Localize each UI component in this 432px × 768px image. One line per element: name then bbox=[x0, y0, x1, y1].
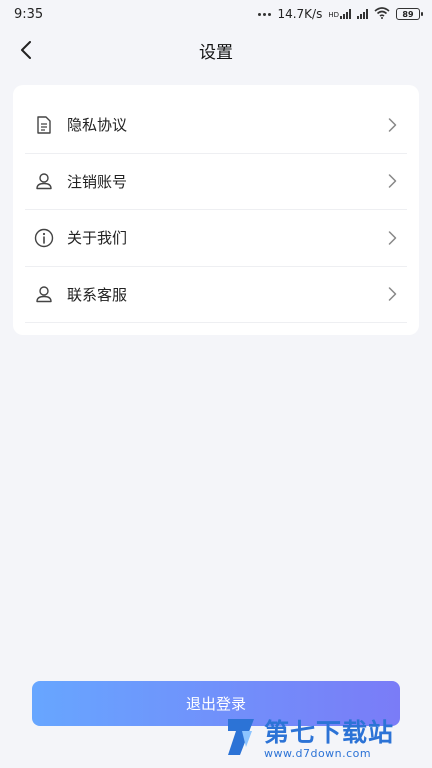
header: 设置 bbox=[0, 28, 432, 72]
hd-signal-icon: HD bbox=[328, 9, 351, 19]
document-icon bbox=[33, 114, 55, 136]
watermark: 第七下载站 www.d7down.com bbox=[224, 712, 424, 766]
menu-item-customer-service[interactable]: 联系客服 bbox=[25, 267, 407, 323]
chevron-left-icon bbox=[21, 41, 31, 59]
status-bar: 9:35 14.7K/s HD 89 bbox=[0, 0, 432, 28]
settings-menu-card: 隐私协议 注销账号 关于我们 联系客服 bbox=[13, 85, 419, 335]
menu-item-label: 注销账号 bbox=[67, 172, 128, 191]
chevron-right-icon bbox=[385, 287, 399, 301]
page-title: 设置 bbox=[199, 42, 233, 63]
wifi-icon bbox=[374, 6, 390, 22]
status-icons: 14.7K/s HD 89 bbox=[258, 6, 423, 22]
menu-item-delete-account[interactable]: 注销账号 bbox=[25, 154, 407, 210]
back-button[interactable] bbox=[10, 34, 42, 66]
user-icon bbox=[33, 283, 55, 305]
watermark-url: www.d7down.com bbox=[264, 746, 372, 760]
menu-item-privacy-policy[interactable]: 隐私协议 bbox=[25, 97, 407, 154]
user-icon bbox=[33, 170, 55, 192]
chevron-right-icon bbox=[385, 174, 399, 188]
menu-item-about-us[interactable]: 关于我们 bbox=[25, 210, 407, 267]
status-time: 9:35 bbox=[14, 6, 44, 22]
watermark-title: 第七下载站 bbox=[264, 717, 395, 747]
menu-item-label: 隐私协议 bbox=[67, 116, 128, 135]
info-icon bbox=[33, 227, 55, 249]
chevron-right-icon bbox=[385, 231, 399, 245]
more-dots-icon bbox=[258, 12, 272, 16]
battery-icon: 89 bbox=[396, 8, 423, 20]
signal-icon bbox=[357, 9, 368, 19]
menu-item-label: 联系客服 bbox=[67, 285, 128, 304]
menu-item-label: 关于我们 bbox=[67, 229, 128, 248]
network-speed: 14.7K/s bbox=[277, 7, 323, 21]
chevron-right-icon bbox=[385, 118, 399, 132]
hd-label: HD bbox=[328, 11, 339, 19]
watermark-logo-icon bbox=[224, 717, 258, 761]
